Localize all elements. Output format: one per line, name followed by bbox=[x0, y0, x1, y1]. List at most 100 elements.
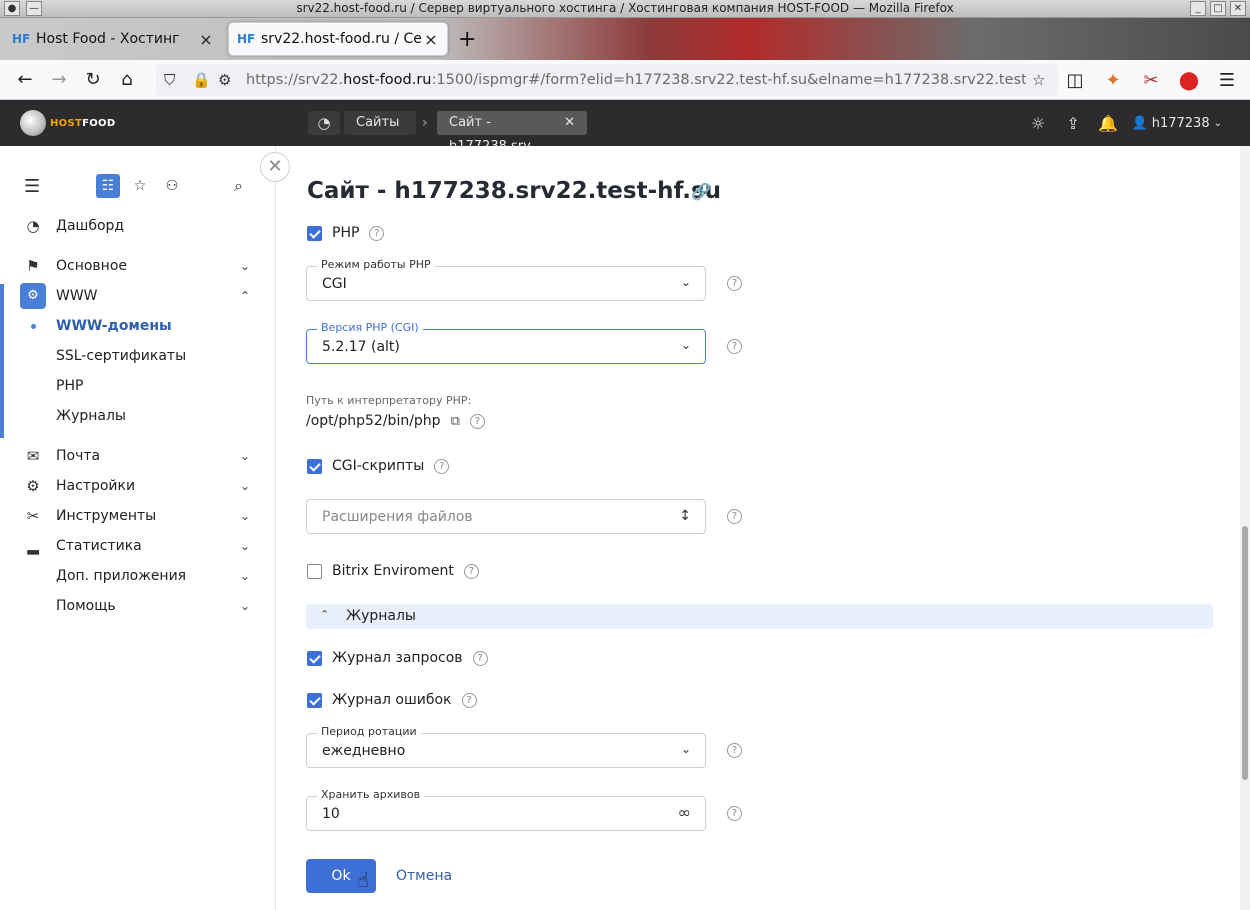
chevron-down-icon: ⌄ bbox=[240, 259, 251, 273]
access-log-checkbox[interactable] bbox=[307, 650, 322, 666]
shield-icon[interactable]: ⛉ bbox=[164, 71, 175, 89]
extension-fox-icon[interactable]: ✦ bbox=[1096, 63, 1130, 97]
hand-cursor-icon: ☝ bbox=[357, 868, 370, 892]
infinity-icon[interactable]: ∞ bbox=[678, 803, 691, 822]
dashboard-icon: ◔ bbox=[26, 217, 40, 235]
menu-list-icon[interactable]: ☷ bbox=[96, 174, 120, 198]
new-tab-icon[interactable]: + bbox=[458, 29, 476, 51]
favorites-star-icon[interactable]: ☆ bbox=[128, 174, 152, 198]
sidebar-item-settings[interactable]: ⚙ Настройки ⌄ bbox=[0, 471, 276, 501]
help-icon[interactable]: ? bbox=[472, 650, 488, 666]
sidebar-item-mail[interactable]: ✉ Почта ⌄ bbox=[0, 441, 276, 471]
tab-srv22[interactable]: HF srv22.host-food.ru / Серве × bbox=[228, 22, 448, 56]
help-icon[interactable]: ? bbox=[727, 276, 742, 291]
close-tab-icon[interactable]: × bbox=[423, 30, 439, 49]
bookmark-star-icon[interactable]: ☆ bbox=[1032, 71, 1045, 89]
error-log-checkbox[interactable] bbox=[307, 692, 322, 708]
notifications-bell-icon[interactable]: 🔔 bbox=[1091, 114, 1126, 133]
sidebar-item-www-domains[interactable]: WWW-домены bbox=[0, 311, 276, 341]
sidebar-item-label: SSL-сертификаты bbox=[56, 348, 187, 364]
lock-icon[interactable]: 🔒 bbox=[192, 71, 211, 89]
forward-icon[interactable]: → bbox=[42, 63, 76, 97]
help-icon[interactable]: ? bbox=[469, 413, 485, 429]
sidebar-toolbar: ☰ ☷ ☆ ⚇ ⌕ bbox=[0, 172, 276, 200]
window-menu-button[interactable]: — bbox=[26, 1, 42, 16]
sidebar-item-www[interactable]: ⚙ WWW ⌃ bbox=[0, 281, 276, 311]
close-sidebar-icon[interactable]: ✕ bbox=[260, 152, 290, 182]
help-icon[interactable]: ? bbox=[727, 806, 742, 821]
url-bar[interactable]: ⛉ 🔒 ⚙ https://srv22.host-food.ru:1500/is… bbox=[156, 64, 1058, 96]
breadcrumb-site[interactable]: Сайт - h177238.srv... ✕ bbox=[437, 111, 587, 154]
logs-section-header[interactable]: ⌃ Журналы bbox=[306, 604, 1213, 629]
sidebar-item-ssl[interactable]: SSL-сертификаты bbox=[0, 341, 276, 371]
stats-icon: ▂ bbox=[27, 537, 39, 555]
pocket-icon[interactable]: ◫ bbox=[1058, 63, 1092, 97]
sidebar-item-tools[interactable]: ✂ Инструменты ⌄ bbox=[0, 501, 276, 531]
cgi-checkbox[interactable] bbox=[307, 458, 322, 474]
tab-strip: HF Host Food - Хостинг × HF srv22.host-f… bbox=[0, 18, 1250, 60]
interp-path-row: /opt/php52/bin/php ⧉ ? bbox=[306, 413, 485, 429]
help-icon[interactable]: ? bbox=[434, 458, 450, 474]
theme-sun-icon[interactable]: ☼ bbox=[1021, 114, 1056, 133]
help-icon[interactable]: ? bbox=[727, 743, 742, 758]
permissions-icon[interactable]: ⚙ bbox=[218, 71, 231, 89]
php-version-select[interactable]: Версия PHP (CGI) 5.2.17 (alt) ⌄ bbox=[306, 321, 706, 364]
sidebar-item-help[interactable]: Помощь ⌄ bbox=[0, 591, 276, 621]
chevron-down-icon: ⌄ bbox=[1213, 117, 1222, 129]
maximize-button[interactable]: □ bbox=[1210, 1, 1226, 16]
php-mode-select[interactable]: Режим работы PHP CGI ⌄ bbox=[306, 258, 706, 301]
chevron-up-icon: ⌃ bbox=[320, 608, 330, 621]
sidebar-item-label: Настройки bbox=[56, 478, 136, 494]
extension-tools-icon[interactable]: ✂ bbox=[1134, 63, 1168, 97]
reload-icon[interactable]: ↻ bbox=[76, 63, 110, 97]
adblock-icon[interactable]: ⬤ bbox=[1172, 63, 1206, 97]
cancel-button[interactable]: Отмена bbox=[396, 868, 452, 884]
sidebar-item-php[interactable]: PHP bbox=[0, 371, 276, 401]
search-icon[interactable]: ⌕ bbox=[234, 176, 243, 196]
footsteps-icon[interactable]: ⚇ bbox=[160, 174, 184, 198]
rotation-period-select[interactable]: Период ротации ежедневно ⌄ bbox=[306, 725, 706, 768]
hamburger-menu-icon[interactable]: ☰ bbox=[24, 176, 40, 197]
sidebar-item-dashboard[interactable]: ◔ Дашборд bbox=[0, 211, 276, 241]
link-icon[interactable]: 🔗 bbox=[691, 182, 711, 201]
cgi-label: CGI-скрипты bbox=[332, 458, 425, 474]
help-icon[interactable]: ? bbox=[369, 225, 385, 241]
copy-icon[interactable]: ⧉ bbox=[451, 414, 460, 429]
sidebar-item-stats[interactable]: ▂ Статистика ⌄ bbox=[0, 531, 276, 561]
sidebar-item-label: Журналы bbox=[56, 408, 126, 424]
close-tab-icon[interactable]: × bbox=[198, 30, 214, 49]
help-icon[interactable]: ? bbox=[727, 339, 742, 354]
tools-icon: ✂ bbox=[26, 507, 40, 525]
close-window-button[interactable]: ✕ bbox=[1230, 1, 1246, 16]
php-mode-value: CGI bbox=[322, 276, 347, 292]
extensions-input[interactable]: Расширения файлов ↕ bbox=[306, 499, 706, 534]
help-icon[interactable]: ? bbox=[727, 509, 742, 524]
php-checkbox[interactable] bbox=[307, 225, 322, 241]
logo-text: HOSTFOOD bbox=[50, 117, 116, 129]
back-icon[interactable]: ← bbox=[8, 63, 42, 97]
tab-hostfood[interactable]: HF Host Food - Хостинг × bbox=[4, 22, 222, 56]
sidebar-item-logs[interactable]: Журналы bbox=[0, 401, 276, 431]
chevron-down-icon: ⌄ bbox=[240, 479, 251, 493]
menu-icon[interactable]: ☰ bbox=[1210, 63, 1244, 97]
user-menu[interactable]: 👤 h177238 ⌄ bbox=[1126, 116, 1250, 131]
chevron-down-icon: ⌄ bbox=[240, 599, 251, 613]
bitrix-checkbox[interactable] bbox=[307, 563, 322, 579]
archives-input[interactable]: Хранить архивов 10 ∞ bbox=[306, 788, 706, 831]
close-breadcrumb-icon[interactable]: ✕ bbox=[564, 111, 575, 135]
sidebar-item-main[interactable]: ⚑ Основное ⌄ bbox=[0, 251, 276, 281]
breadcrumb-sites[interactable]: Сайты bbox=[344, 111, 416, 135]
help-icon[interactable]: ? bbox=[463, 563, 479, 579]
minimize-button[interactable]: _ bbox=[1190, 1, 1206, 16]
resize-vertical-icon: ↕ bbox=[679, 508, 691, 524]
php-label: PHP bbox=[332, 225, 360, 241]
help-icon[interactable]: ? bbox=[461, 692, 477, 708]
hostfood-logo[interactable]: HOSTFOOD bbox=[20, 110, 115, 136]
scrollbar[interactable] bbox=[1240, 146, 1250, 910]
scrollbar-thumb[interactable] bbox=[1242, 526, 1248, 780]
sidebar-item-addons[interactable]: Доп. приложения ⌄ bbox=[0, 561, 276, 591]
dashboard-shortcut-icon[interactable]: ◔ bbox=[308, 111, 340, 135]
logo-circle-icon bbox=[20, 110, 46, 136]
upload-icon[interactable]: ⇪ bbox=[1056, 114, 1091, 133]
home-icon[interactable]: ⌂ bbox=[110, 63, 144, 97]
